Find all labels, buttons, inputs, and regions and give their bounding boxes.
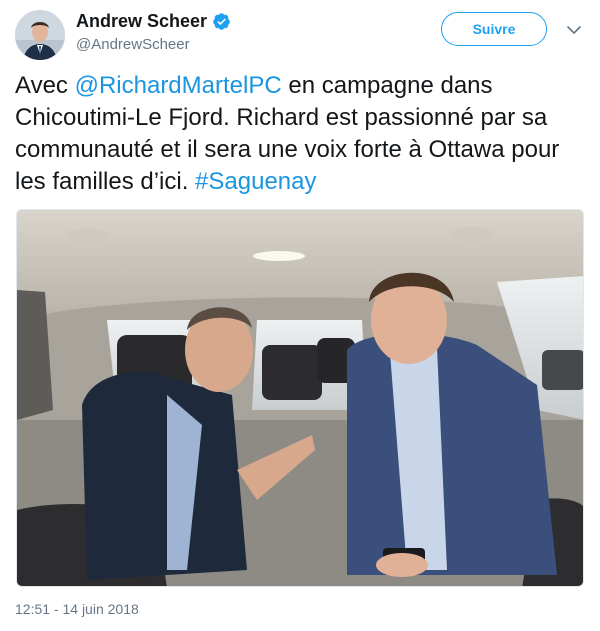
tweet-text-start: Avec bbox=[15, 72, 75, 99]
verified-badge-icon bbox=[212, 12, 231, 31]
tweet-text: Avec @RichardMartelPC en campagne dans C… bbox=[15, 70, 590, 198]
car-interior-photo bbox=[17, 210, 583, 586]
author-name-row[interactable]: Andrew Scheer bbox=[76, 11, 231, 32]
chevron-down-icon[interactable] bbox=[566, 22, 582, 38]
mention-link[interactable]: @RichardMartelPC bbox=[75, 72, 282, 99]
display-name[interactable]: Andrew Scheer bbox=[76, 11, 207, 32]
avatar-photo bbox=[15, 10, 65, 60]
avatar[interactable] bbox=[15, 10, 65, 60]
user-handle[interactable]: @AndrewScheer bbox=[76, 36, 190, 53]
follow-button[interactable]: Suivre bbox=[441, 12, 547, 46]
hashtag-link[interactable]: #Saguenay bbox=[195, 168, 316, 195]
tweet-photo[interactable] bbox=[16, 209, 584, 587]
tweet-timestamp[interactable]: 12:51 - 14 juin 2018 bbox=[15, 601, 139, 617]
